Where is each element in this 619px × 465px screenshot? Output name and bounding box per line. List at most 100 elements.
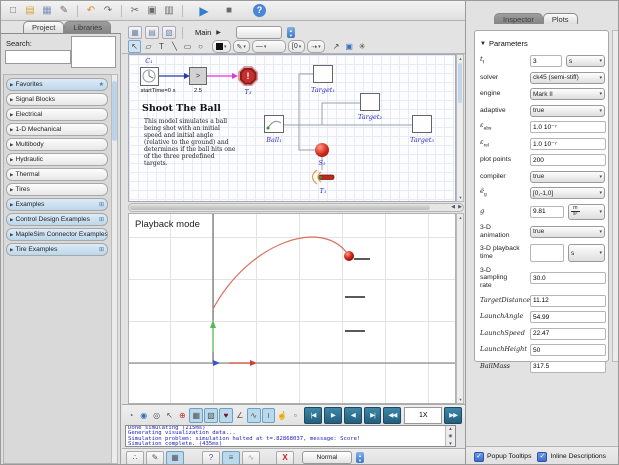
palette-scrollbar[interactable] (111, 74, 118, 464)
popup-tooltips-checkbox[interactable]: ✓ Popup Tooltips (474, 452, 531, 462)
launch-height-input[interactable] (530, 344, 606, 356)
console-scrollbar[interactable]: ▲ ◉ ▼ (445, 426, 455, 446)
open-folder-icon[interactable]: ▤ (23, 4, 37, 18)
combo-stepper[interactable]: ▲ ▼ (287, 27, 295, 38)
palette-item-multibody[interactable]: ▶ Multibody (6, 138, 108, 151)
step-back-button[interactable]: ◀ (344, 407, 362, 424)
plot-view-icon[interactable]: ▧ (204, 408, 218, 423)
playback-view[interactable]: Playback mode (128, 213, 456, 404)
rectangle-tool-icon[interactable]: ▭ (182, 41, 193, 52)
fit-view-icon[interactable]: ▦ (128, 26, 142, 39)
connection-style-combo[interactable]: ⇢ ▾ (307, 40, 324, 53)
ball-mass-input[interactable] (530, 361, 606, 373)
angle-tool-icon[interactable]: ∠ (234, 409, 246, 422)
subsystem-combo-input[interactable] (239, 28, 273, 38)
model-canvas[interactable]: C₁ startTime=0 s > 2.5 ! T₃ Shoot The Ba… (128, 54, 456, 202)
pen-style-combo[interactable]: ✎ ▾ (233, 40, 250, 53)
target1-block[interactable] (313, 65, 333, 83)
engine-combo[interactable]: Mark II ▾ (530, 88, 605, 100)
palette-item-electrical[interactable]: ▶ Electrical (6, 108, 108, 121)
playback-3d-input[interactable] (530, 244, 564, 262)
tab-plots[interactable]: Plots (543, 13, 578, 24)
copy-icon[interactable]: ▣ (145, 4, 159, 18)
help-button[interactable]: ? (202, 451, 220, 465)
annotation-view-button[interactable]: ✎ (146, 451, 164, 465)
line-style-combo[interactable]: — ▾ (252, 40, 286, 53)
scroll-down-icon[interactable]: ▼ (458, 195, 463, 200)
help-icon[interactable]: ? (253, 4, 266, 17)
gravity-vector-combo[interactable]: [0,-1,0] ▾ (530, 187, 605, 199)
extra-tool-icon[interactable]: ▫ (289, 409, 301, 422)
scroll-left-icon[interactable]: ◀ (451, 204, 455, 210)
detail-level-combo[interactable]: Normal (302, 451, 352, 464)
probe-pin-icon[interactable]: ◎ (151, 409, 163, 422)
inline-descriptions-checkbox[interactable]: ✓ Inline Descriptions (537, 452, 606, 462)
cursor-tool-icon[interactable]: ↖ (164, 409, 176, 422)
checkbox-checked-icon[interactable]: ✓ (537, 452, 547, 462)
scroll-down-icon[interactable]: ▼ (458, 397, 463, 402)
parameters-header[interactable]: ▼ Parameters (480, 39, 605, 48)
eraser-tool-icon[interactable]: ▱ (143, 41, 154, 52)
cannon-block[interactable] (310, 169, 336, 185)
grid-toggle-icon[interactable]: ▦ (189, 408, 203, 423)
stop-block[interactable]: ! (238, 66, 258, 86)
breadcrumb-main[interactable]: Main (195, 28, 211, 37)
eps-rel-input[interactable] (530, 138, 606, 150)
canvas-horizontal-scrollbar[interactable]: ◀ ▶ (128, 203, 464, 212)
clock-block[interactable] (140, 67, 159, 86)
anim-3d-combo[interactable]: true ▾ (530, 226, 605, 238)
palette-item-tires[interactable]: ▶ Tires (6, 183, 108, 196)
library-palette[interactable]: ▶ Favorites ★ ▶ Signal Blocks ▶ Electric… (3, 74, 118, 464)
g-unit-combo[interactable]: m s² ▾ (568, 204, 605, 220)
favorites-heart-icon[interactable]: ♥ (219, 408, 233, 423)
combo-stepper[interactable]: ▲ ▼ (356, 452, 364, 463)
text-tool-icon[interactable]: T (156, 41, 167, 52)
palette-item-maplesim-connector-examples[interactable]: ▶ MapleSim Connector Examples ⊞ (6, 228, 108, 241)
tab-libraries[interactable]: Libraries (64, 21, 111, 33)
launch-angle-input[interactable] (530, 311, 606, 323)
tf-value-input[interactable] (530, 55, 562, 67)
g-value-input[interactable] (530, 206, 564, 218)
palette-item-favorites[interactable]: ▶ Favorites ★ (6, 78, 108, 91)
stop-simulation-icon[interactable]: ■ (222, 4, 236, 18)
scroll-up-icon[interactable]: ▲ (458, 215, 463, 220)
list-view-icon[interactable]: ▤ (145, 26, 159, 39)
go-to-start-button[interactable]: |◀ (304, 407, 322, 424)
subsystem-combo[interactable] (236, 26, 282, 39)
tab-inspector[interactable]: Inspector (494, 13, 543, 24)
curve-tool-icon[interactable]: ∿ (247, 408, 261, 423)
console-toggle-button[interactable]: ≡ (222, 451, 240, 465)
cut-icon[interactable]: ✂ (128, 4, 142, 18)
attachment-icon[interactable]: ▣ (344, 41, 355, 52)
stepper-down-icon[interactable]: ▼ (289, 33, 293, 38)
launch-speed-input[interactable] (530, 328, 606, 340)
go-to-end-button[interactable]: ▶| (364, 407, 382, 424)
message-console[interactable]: Done simulating (215ms) Generating visua… (125, 425, 456, 447)
ball-block[interactable] (264, 115, 284, 133)
scroll-right-icon[interactable]: ▶ (458, 204, 462, 210)
scrollbar-thumb[interactable] (112, 81, 117, 141)
save-icon[interactable]: ▦ (40, 4, 54, 18)
tab-project[interactable]: Project (23, 21, 64, 33)
palette-item-hydraulic[interactable]: ▶ Hydraulic (6, 153, 108, 166)
ellipse-tool-icon[interactable]: ○ (195, 41, 206, 52)
probe-icon[interactable]: ↗ (331, 41, 342, 52)
paste-icon[interactable]: ▥ (162, 4, 176, 18)
compiler-combo[interactable]: true ▾ (530, 171, 605, 183)
clear-console-button[interactable]: X (276, 451, 294, 465)
new-document-icon[interactable]: □ (6, 4, 20, 18)
playback-speed-input[interactable] (404, 407, 442, 424)
scrollbar-thumb[interactable] (458, 63, 462, 103)
settings-icon[interactable]: ✳ (357, 41, 368, 52)
tf-unit-combo[interactable]: s ▾ (566, 55, 605, 67)
threshold-block[interactable]: > (189, 67, 207, 85)
stepper-down-icon[interactable]: ▼ (358, 458, 362, 463)
tangent-tool-icon[interactable]: ≀ (262, 408, 276, 423)
target-distance-input[interactable] (530, 295, 606, 307)
palette-item-tire-examples[interactable]: ▶ Tire Examples ⊞ (6, 243, 108, 256)
adaptive-combo[interactable]: true ▾ (530, 105, 605, 117)
palette-item-examples[interactable]: ▶ Examples ⊞ (6, 198, 108, 211)
run-simulation-icon[interactable]: ▶ (197, 4, 211, 18)
palette-item-signal-blocks[interactable]: ▶ Signal Blocks (6, 93, 108, 106)
visualization-view-button[interactable]: ▦ (166, 451, 184, 465)
